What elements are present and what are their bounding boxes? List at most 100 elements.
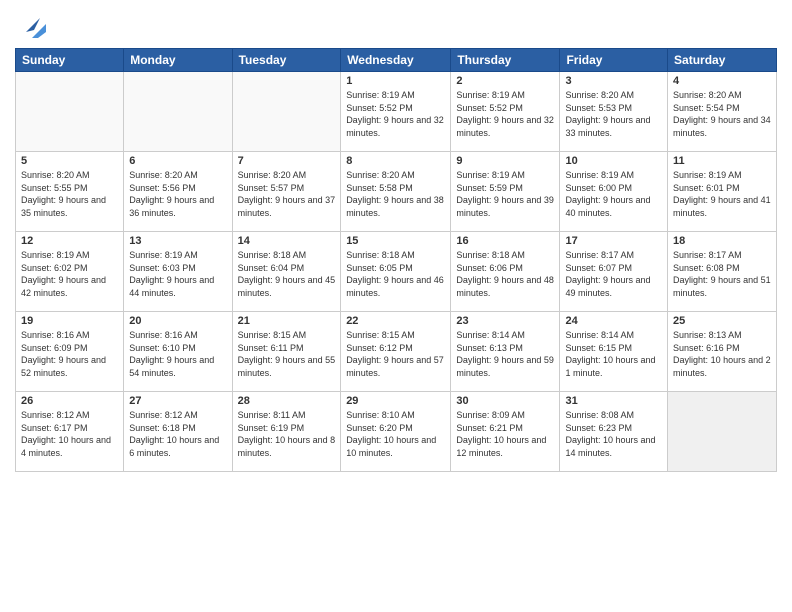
- calendar-cell: 8 Sunrise: 8:20 AM Sunset: 5:58 PM Daylig…: [341, 152, 451, 232]
- calendar-cell: 7Sunrise: 8:20 AM Sunset: 5:57 PM Daylig…: [232, 152, 341, 232]
- calendar-cell: 14 Sunrise: 8:18 AM Sunset: 6:04 PM Dayli…: [232, 232, 341, 312]
- calendar-cell: 10Sunrise: 8:19 AM Sunset: 6:00 PM Dayli…: [560, 152, 668, 232]
- logo: [15, 10, 48, 40]
- day-info: Sunrise: 8:18 AM Sunset: 6:05 PM Dayligh…: [346, 249, 445, 299]
- calendar-header-saturday: Saturday: [668, 49, 777, 72]
- calendar-cell: 13 Sunrise: 8:19 AM Sunset: 6:03 PM Dayli…: [124, 232, 232, 312]
- calendar-cell: 19 Sunrise: 8:16 AM Sunset: 6:09 PM Dayli…: [16, 312, 124, 392]
- day-info: Sunrise: 8:17 AM Sunset: 6:07 PM Dayligh…: [565, 249, 662, 299]
- calendar-cell: 17 Sunrise: 8:17 AM Sunset: 6:07 PM Dayli…: [560, 232, 668, 312]
- calendar-cell: 28 Sunrise: 8:11 AM Sunset: 6:19 PM Dayli…: [232, 392, 341, 472]
- day-number: 8: [346, 155, 445, 167]
- day-info: Sunrise: 8:20 AM Sunset: 5:56 PM Dayligh…: [129, 169, 226, 219]
- calendar-cell: 4 Sunrise: 8:20 AM Sunset: 5:54 PM Daylig…: [668, 72, 777, 152]
- day-info: Sunrise: 8:08 AM Sunset: 6:23 PM Dayligh…: [565, 409, 662, 459]
- day-number: 19: [21, 315, 118, 327]
- calendar-cell: 30Sunrise: 8:09 AM Sunset: 6:21 PM Dayli…: [451, 392, 560, 472]
- day-info: Sunrise: 8:20 AM Sunset: 5:55 PM Dayligh…: [21, 169, 118, 219]
- day-number: 31: [565, 395, 662, 407]
- calendar-header-row: SundayMondayTuesdayWednesdayThursdayFrid…: [16, 49, 777, 72]
- calendar-cell: 21 Sunrise: 8:15 AM Sunset: 6:11 PM Dayli…: [232, 312, 341, 392]
- day-info: Sunrise: 8:10 AM Sunset: 6:20 PM Dayligh…: [346, 409, 445, 459]
- day-info: Sunrise: 8:16 AM Sunset: 6:10 PM Dayligh…: [129, 329, 226, 379]
- day-info: Sunrise: 8:16 AM Sunset: 6:09 PM Dayligh…: [21, 329, 118, 379]
- day-number: 1: [346, 75, 445, 87]
- calendar-cell: 11Sunrise: 8:19 AM Sunset: 6:01 PM Dayli…: [668, 152, 777, 232]
- day-info: Sunrise: 8:18 AM Sunset: 6:06 PM Dayligh…: [456, 249, 554, 299]
- header: [15, 10, 777, 40]
- day-info: Sunrise: 8:19 AM Sunset: 6:02 PM Dayligh…: [21, 249, 118, 299]
- day-info: Sunrise: 8:15 AM Sunset: 6:12 PM Dayligh…: [346, 329, 445, 379]
- day-number: 23: [456, 315, 554, 327]
- day-number: 22: [346, 315, 445, 327]
- day-info: Sunrise: 8:20 AM Sunset: 5:58 PM Dayligh…: [346, 169, 445, 219]
- calendar-week-3: 19 Sunrise: 8:16 AM Sunset: 6:09 PM Dayli…: [16, 312, 777, 392]
- day-number: 7: [238, 155, 336, 167]
- calendar-cell: 20 Sunrise: 8:16 AM Sunset: 6:10 PM Dayli…: [124, 312, 232, 392]
- day-number: 28: [238, 395, 336, 407]
- calendar-cell: 27 Sunrise: 8:12 AM Sunset: 6:18 PM Dayli…: [124, 392, 232, 472]
- day-number: 13: [129, 235, 226, 247]
- day-number: 27: [129, 395, 226, 407]
- day-info: Sunrise: 8:18 AM Sunset: 6:04 PM Dayligh…: [238, 249, 336, 299]
- day-number: 9: [456, 155, 554, 167]
- day-number: 26: [21, 395, 118, 407]
- day-number: 25: [673, 315, 771, 327]
- calendar-cell: [232, 72, 341, 152]
- calendar-cell: 12Sunrise: 8:19 AM Sunset: 6:02 PM Dayli…: [16, 232, 124, 312]
- day-number: 11: [673, 155, 771, 167]
- day-info: Sunrise: 8:19 AM Sunset: 5:52 PM Dayligh…: [456, 89, 554, 139]
- calendar-cell: 16 Sunrise: 8:18 AM Sunset: 6:06 PM Dayli…: [451, 232, 560, 312]
- day-number: 10: [565, 155, 662, 167]
- day-number: 3: [565, 75, 662, 87]
- day-info: Sunrise: 8:20 AM Sunset: 5:54 PM Dayligh…: [673, 89, 771, 139]
- calendar-cell: 6Sunrise: 8:20 AM Sunset: 5:56 PM Daylig…: [124, 152, 232, 232]
- calendar-cell: 3 Sunrise: 8:20 AM Sunset: 5:53 PM Daylig…: [560, 72, 668, 152]
- day-info: Sunrise: 8:12 AM Sunset: 6:18 PM Dayligh…: [129, 409, 226, 459]
- day-info: Sunrise: 8:09 AM Sunset: 6:21 PM Dayligh…: [456, 409, 554, 459]
- calendar-cell: 29 Sunrise: 8:10 AM Sunset: 6:20 PM Dayli…: [341, 392, 451, 472]
- calendar-cell: 31 Sunrise: 8:08 AM Sunset: 6:23 PM Dayli…: [560, 392, 668, 472]
- day-number: 2: [456, 75, 554, 87]
- calendar-cell: 25 Sunrise: 8:13 AM Sunset: 6:16 PM Dayli…: [668, 312, 777, 392]
- calendar-cell: 22 Sunrise: 8:15 AM Sunset: 6:12 PM Dayli…: [341, 312, 451, 392]
- day-info: Sunrise: 8:15 AM Sunset: 6:11 PM Dayligh…: [238, 329, 336, 379]
- calendar-cell: 24 Sunrise: 8:14 AM Sunset: 6:15 PM Dayli…: [560, 312, 668, 392]
- calendar-week-1: 5 Sunrise: 8:20 AM Sunset: 5:55 PM Daylig…: [16, 152, 777, 232]
- day-number: 4: [673, 75, 771, 87]
- day-info: Sunrise: 8:12 AM Sunset: 6:17 PM Dayligh…: [21, 409, 118, 459]
- calendar-cell: [16, 72, 124, 152]
- logo-icon: [18, 10, 48, 40]
- day-number: 29: [346, 395, 445, 407]
- day-info: Sunrise: 8:14 AM Sunset: 6:15 PM Dayligh…: [565, 329, 662, 379]
- day-number: 5: [21, 155, 118, 167]
- day-info: Sunrise: 8:19 AM Sunset: 6:03 PM Dayligh…: [129, 249, 226, 299]
- day-info: Sunrise: 8:19 AM Sunset: 5:59 PM Dayligh…: [456, 169, 554, 219]
- day-info: Sunrise: 8:14 AM Sunset: 6:13 PM Dayligh…: [456, 329, 554, 379]
- calendar-cell: 18Sunrise: 8:17 AM Sunset: 6:08 PM Dayli…: [668, 232, 777, 312]
- day-number: 15: [346, 235, 445, 247]
- calendar-header-sunday: Sunday: [16, 49, 124, 72]
- calendar-header-tuesday: Tuesday: [232, 49, 341, 72]
- day-number: 21: [238, 315, 336, 327]
- calendar-week-4: 26 Sunrise: 8:12 AM Sunset: 6:17 PM Dayli…: [16, 392, 777, 472]
- calendar-header-thursday: Thursday: [451, 49, 560, 72]
- day-number: 24: [565, 315, 662, 327]
- day-info: Sunrise: 8:13 AM Sunset: 6:16 PM Dayligh…: [673, 329, 771, 379]
- calendar-header-monday: Monday: [124, 49, 232, 72]
- day-info: Sunrise: 8:11 AM Sunset: 6:19 PM Dayligh…: [238, 409, 336, 459]
- calendar-header-friday: Friday: [560, 49, 668, 72]
- day-number: 17: [565, 235, 662, 247]
- calendar-header-wednesday: Wednesday: [341, 49, 451, 72]
- day-number: 16: [456, 235, 554, 247]
- calendar-cell: 15 Sunrise: 8:18 AM Sunset: 6:05 PM Dayli…: [341, 232, 451, 312]
- day-number: 14: [238, 235, 336, 247]
- calendar-cell: 2 Sunrise: 8:19 AM Sunset: 5:52 PM Daylig…: [451, 72, 560, 152]
- calendar-cell: 1 Sunrise: 8:19 AM Sunset: 5:52 PM Daylig…: [341, 72, 451, 152]
- calendar-cell: [124, 72, 232, 152]
- calendar-cell: 9 Sunrise: 8:19 AM Sunset: 5:59 PM Daylig…: [451, 152, 560, 232]
- day-number: 20: [129, 315, 226, 327]
- calendar-week-0: 1 Sunrise: 8:19 AM Sunset: 5:52 PM Daylig…: [16, 72, 777, 152]
- day-info: Sunrise: 8:19 AM Sunset: 5:52 PM Dayligh…: [346, 89, 445, 139]
- day-info: Sunrise: 8:20 AM Sunset: 5:53 PM Dayligh…: [565, 89, 662, 139]
